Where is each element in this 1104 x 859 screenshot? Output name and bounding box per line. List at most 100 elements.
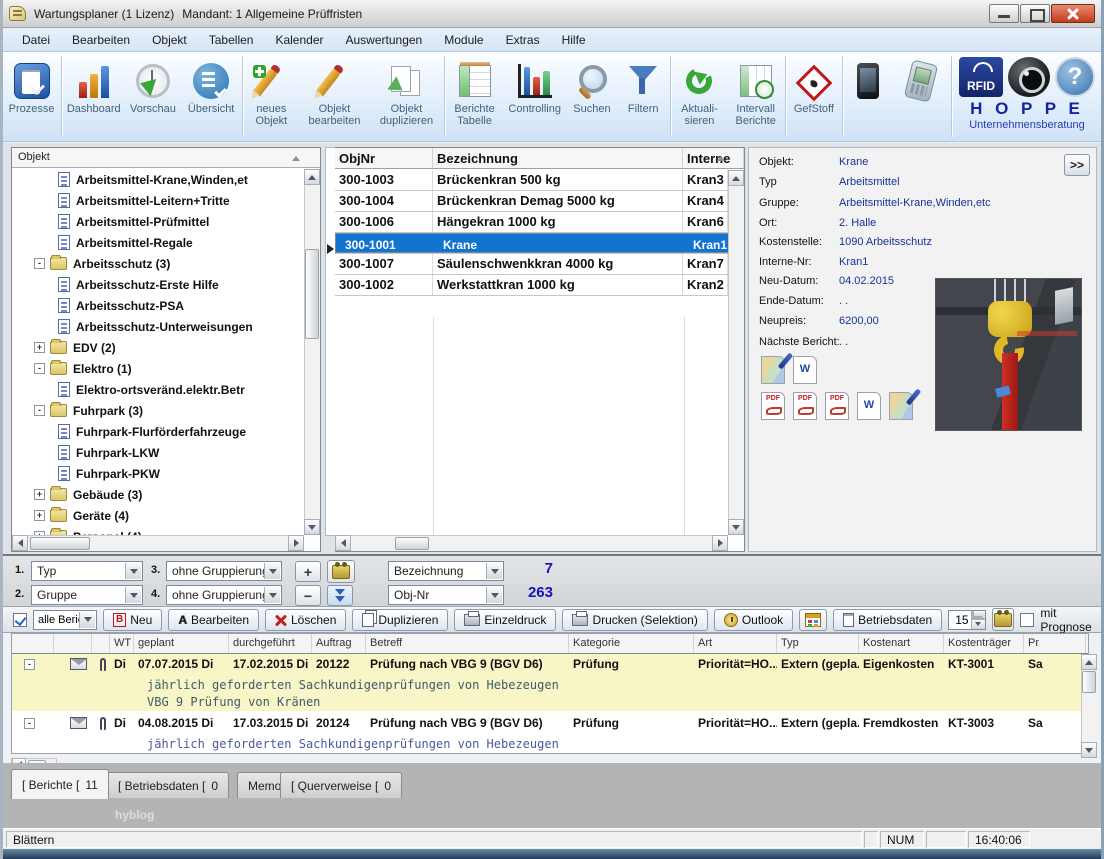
aktualisieren-button[interactable]: Aktuali- sieren	[672, 52, 727, 141]
tab-betriebsdaten[interactable]: [ Betriebsdaten [0	[107, 772, 229, 798]
berichte-tabelle-button[interactable]: Berichte Tabelle	[446, 52, 503, 141]
column-header-empty[interactable]	[12, 634, 54, 653]
tree-expander[interactable]: +	[34, 489, 45, 500]
title-bar[interactable]: Wartungsplaner (1 Lizenz) Mandant: 1 All…	[3, 0, 1101, 28]
scroll-down-button[interactable]	[728, 519, 744, 535]
tree-expander[interactable]: +	[34, 510, 45, 521]
tree-horizontal-scrollbar[interactable]	[12, 535, 304, 551]
delete-report-button[interactable]: Löschen	[265, 609, 346, 631]
collapse-row-icon[interactable]: -	[24, 718, 35, 729]
neues-objekt-button[interactable]: neues Objekt	[244, 52, 299, 141]
column-header-auftrag[interactable]: Auftrag	[312, 634, 366, 653]
column-header-betreff[interactable]: Betreff	[366, 634, 569, 653]
tree-expander[interactable]: -	[34, 405, 45, 416]
column-header-pr[interactable]: Pr	[1024, 634, 1086, 653]
edit-report-button[interactable]: ABearbeiten	[168, 609, 259, 631]
tree-item[interactable]: Arbeitsschutz-Unterweisungen	[12, 316, 304, 337]
scroll-right-button[interactable]	[288, 535, 304, 551]
word-document-icon[interactable]: W	[857, 392, 881, 420]
dashboard-button[interactable]: Dashboard	[63, 52, 124, 141]
menu-auswertungen[interactable]: Auswertungen	[335, 29, 434, 51]
tree-vertical-scrollbar[interactable]	[304, 169, 320, 535]
tree-item[interactable]: +Gebäude (3)	[12, 484, 304, 505]
spinner-up-button[interactable]	[971, 611, 985, 620]
camera-icon[interactable]	[1008, 57, 1050, 97]
expand-panel-button[interactable]: >>	[1064, 154, 1090, 176]
scroll-left-button[interactable]	[12, 535, 28, 551]
help-icon[interactable]: ?	[1055, 57, 1095, 97]
scroll-down-button[interactable]	[1081, 742, 1097, 758]
report-row[interactable]: - Di 07.07.2015 Di 17.02.2015 Di 20122 P…	[12, 654, 1088, 677]
column-header-geplant[interactable]: geplant	[134, 634, 229, 653]
word-document-icon[interactable]: W	[793, 356, 817, 384]
outlook-button[interactable]: Outlook	[714, 609, 793, 631]
image-edit-icon[interactable]	[761, 356, 785, 384]
spinner-down-button[interactable]	[971, 620, 985, 629]
single-print-button[interactable]: Einzeldruck	[454, 609, 556, 631]
menu-module[interactable]: Module	[433, 29, 494, 51]
report-row[interactable]: - Di 04.08.2015 Di 17.03.2015 Di 20124 P…	[12, 713, 1088, 736]
tree-item[interactable]: +EDV (2)	[12, 337, 304, 358]
tree-item[interactable]: Arbeitsschutz-Erste Hilfe	[12, 274, 304, 295]
column-header-art[interactable]: Art	[694, 634, 777, 653]
grouping-select-4[interactable]: ohne Gruppierung	[166, 585, 282, 605]
remove-grouping-button[interactable]: −	[295, 585, 321, 606]
scroll-thumb[interactable]	[30, 537, 90, 550]
collapse-row-icon[interactable]: -	[24, 659, 35, 670]
dropdown-arrow-icon[interactable]	[264, 587, 280, 603]
tree-item[interactable]: Arbeitsmittel-Krane,Winden,et	[12, 169, 304, 190]
table-row[interactable]: 300-1006Hängekran 1000 kgKran6	[335, 212, 728, 233]
column-header-wt[interactable]: WT	[110, 634, 134, 653]
scroll-left-button[interactable]	[335, 535, 351, 551]
add-grouping-button[interactable]: +	[295, 561, 321, 582]
scroll-down-button[interactable]	[304, 519, 320, 535]
grouping-select-2[interactable]: Gruppe	[31, 585, 143, 605]
table-row[interactable]: 300-1004Brückenkran Demag 5000 kgKran4	[335, 191, 728, 212]
menu-extras[interactable]: Extras	[495, 29, 551, 51]
collapse-all-button[interactable]	[327, 585, 353, 606]
reports-vertical-scrollbar[interactable]	[1081, 654, 1097, 758]
pdf-document-icon[interactable]: PDF	[793, 392, 817, 420]
column-header-objnr[interactable]: ObjNr	[335, 148, 433, 168]
sort-select-1[interactable]: Bezeichnung	[388, 561, 504, 581]
dropdown-arrow-icon[interactable]	[486, 587, 502, 603]
table-row[interactable]: 300-1002Werkstattkran 1000 kgKran2	[335, 275, 728, 296]
tree-item[interactable]: -Fuhrpark (3)	[12, 400, 304, 421]
column-header-kostenart[interactable]: Kostenart	[859, 634, 944, 653]
tree-item[interactable]: Arbeitsmittel-Leitern+Tritte	[12, 190, 304, 211]
tree-expander[interactable]: +	[34, 342, 45, 353]
tree-item[interactable]: -Arbeitsschutz (3)	[12, 253, 304, 274]
group-icon-button[interactable]	[992, 608, 1015, 631]
object-table-vertical-scrollbar[interactable]	[728, 170, 744, 535]
dropdown-arrow-icon[interactable]	[125, 587, 141, 603]
menu-tabellen[interactable]: Tabellen	[198, 29, 265, 51]
record-count-spinner[interactable]: 15	[948, 610, 985, 630]
intervall-berichte-button[interactable]: Intervall Berichte	[727, 52, 784, 141]
scroll-up-button[interactable]	[1081, 654, 1097, 670]
scroll-right-button[interactable]	[712, 535, 728, 551]
minimize-button[interactable]	[989, 4, 1019, 23]
column-header-kostentraeger[interactable]: Kostenträger	[944, 634, 1024, 653]
tree-item[interactable]: Fuhrpark-LKW	[12, 442, 304, 463]
tree-item[interactable]: Fuhrpark-PKW	[12, 463, 304, 484]
vorschau-button[interactable]: Vorschau	[124, 52, 181, 141]
table-row[interactable]: 300-1003Brückenkran 500 kgKran3	[335, 170, 728, 191]
pdf-document-icon[interactable]: PDF	[761, 392, 785, 420]
tree-item[interactable]: +Personal (4)	[12, 526, 304, 535]
new-report-button[interactable]: BNeu	[103, 609, 162, 631]
tree-item[interactable]: Arbeitsmittel-Regale	[12, 232, 304, 253]
menu-kalender[interactable]: Kalender	[264, 29, 334, 51]
objekt-bearbeiten-button[interactable]: Objekt bearbeiten	[299, 52, 370, 141]
sort-select-2[interactable]: Obj-Nr	[388, 585, 504, 605]
maximize-button[interactable]	[1020, 4, 1050, 23]
close-button[interactable]	[1051, 4, 1095, 23]
menu-hilfe[interactable]: Hilfe	[551, 29, 597, 51]
tree-item[interactable]: +Geräte (4)	[12, 505, 304, 526]
grouping-select-3[interactable]: ohne Gruppierung	[166, 561, 282, 581]
column-header-bezeichnung[interactable]: Bezeichnung	[433, 148, 683, 168]
uebersicht-button[interactable]: Übersicht	[182, 52, 241, 141]
grouping-select-1[interactable]: Typ	[31, 561, 143, 581]
dropdown-arrow-icon[interactable]	[486, 563, 502, 579]
column-header-typ[interactable]: Typ	[777, 634, 859, 653]
scroll-up-button[interactable]	[304, 169, 320, 185]
